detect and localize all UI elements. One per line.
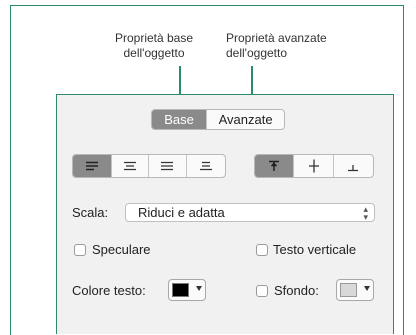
align-center-icon xyxy=(123,161,136,171)
align-justify-icon xyxy=(199,161,212,171)
callout-base-line2: dell'oggetto xyxy=(123,46,185,60)
scale-select-value: Riduci e adatta xyxy=(138,205,225,220)
callout-base-line1: Proprietà base xyxy=(114,31,194,45)
tab-avanzate-label: Avanzate xyxy=(218,112,273,127)
align-bottom-button[interactable] xyxy=(334,155,373,177)
align-right-icon xyxy=(161,161,174,171)
text-color-well[interactable] xyxy=(168,279,206,301)
tab-base[interactable]: Base xyxy=(152,110,208,129)
mirror-label: Speculare xyxy=(92,242,151,257)
align-right-button[interactable] xyxy=(149,155,187,177)
scale-select[interactable]: Riduci e adatta ▴ ▾ xyxy=(125,203,375,222)
vertical-text-label: Testo verticale xyxy=(273,242,357,257)
horizontal-alignment-control xyxy=(72,154,226,178)
background-color-swatch xyxy=(340,283,357,297)
callout-advanced: Proprietà avanzate dell'oggetto xyxy=(226,31,356,61)
align-middle-icon xyxy=(308,159,319,173)
background-color-well[interactable] xyxy=(336,279,374,301)
callout-base: Proprietà base dell'oggetto xyxy=(104,31,204,61)
tab-switcher: Base Avanzate xyxy=(151,109,285,130)
tab-avanzate[interactable]: Avanzate xyxy=(207,110,284,129)
align-middle-button[interactable] xyxy=(294,155,334,177)
chevron-down-icon xyxy=(196,286,202,291)
align-center-button[interactable] xyxy=(112,155,150,177)
background-label: Sfondo: xyxy=(274,283,319,298)
text-color-label: Colore testo: xyxy=(72,283,146,298)
align-bottom-icon xyxy=(348,165,359,172)
chevron-down-icon xyxy=(364,286,370,291)
background-checkbox[interactable] xyxy=(256,285,268,297)
tab-base-label: Base xyxy=(164,112,194,127)
vertical-text-checkbox[interactable] xyxy=(256,244,268,256)
align-top-icon xyxy=(269,160,280,171)
align-left-icon xyxy=(85,161,98,171)
text-color-swatch xyxy=(172,283,189,297)
select-arrows-icon: ▴ ▾ xyxy=(363,204,368,222)
align-justify-button[interactable] xyxy=(187,155,225,177)
mirror-checkbox[interactable] xyxy=(74,244,86,256)
align-top-button[interactable] xyxy=(255,155,295,177)
align-left-button[interactable] xyxy=(73,155,112,177)
vertical-alignment-control xyxy=(254,154,374,178)
callout-advanced-line1: Proprietà avanzate xyxy=(226,31,327,45)
scale-label: Scala: xyxy=(72,205,109,220)
callout-advanced-line2: dell'oggetto xyxy=(226,46,288,60)
